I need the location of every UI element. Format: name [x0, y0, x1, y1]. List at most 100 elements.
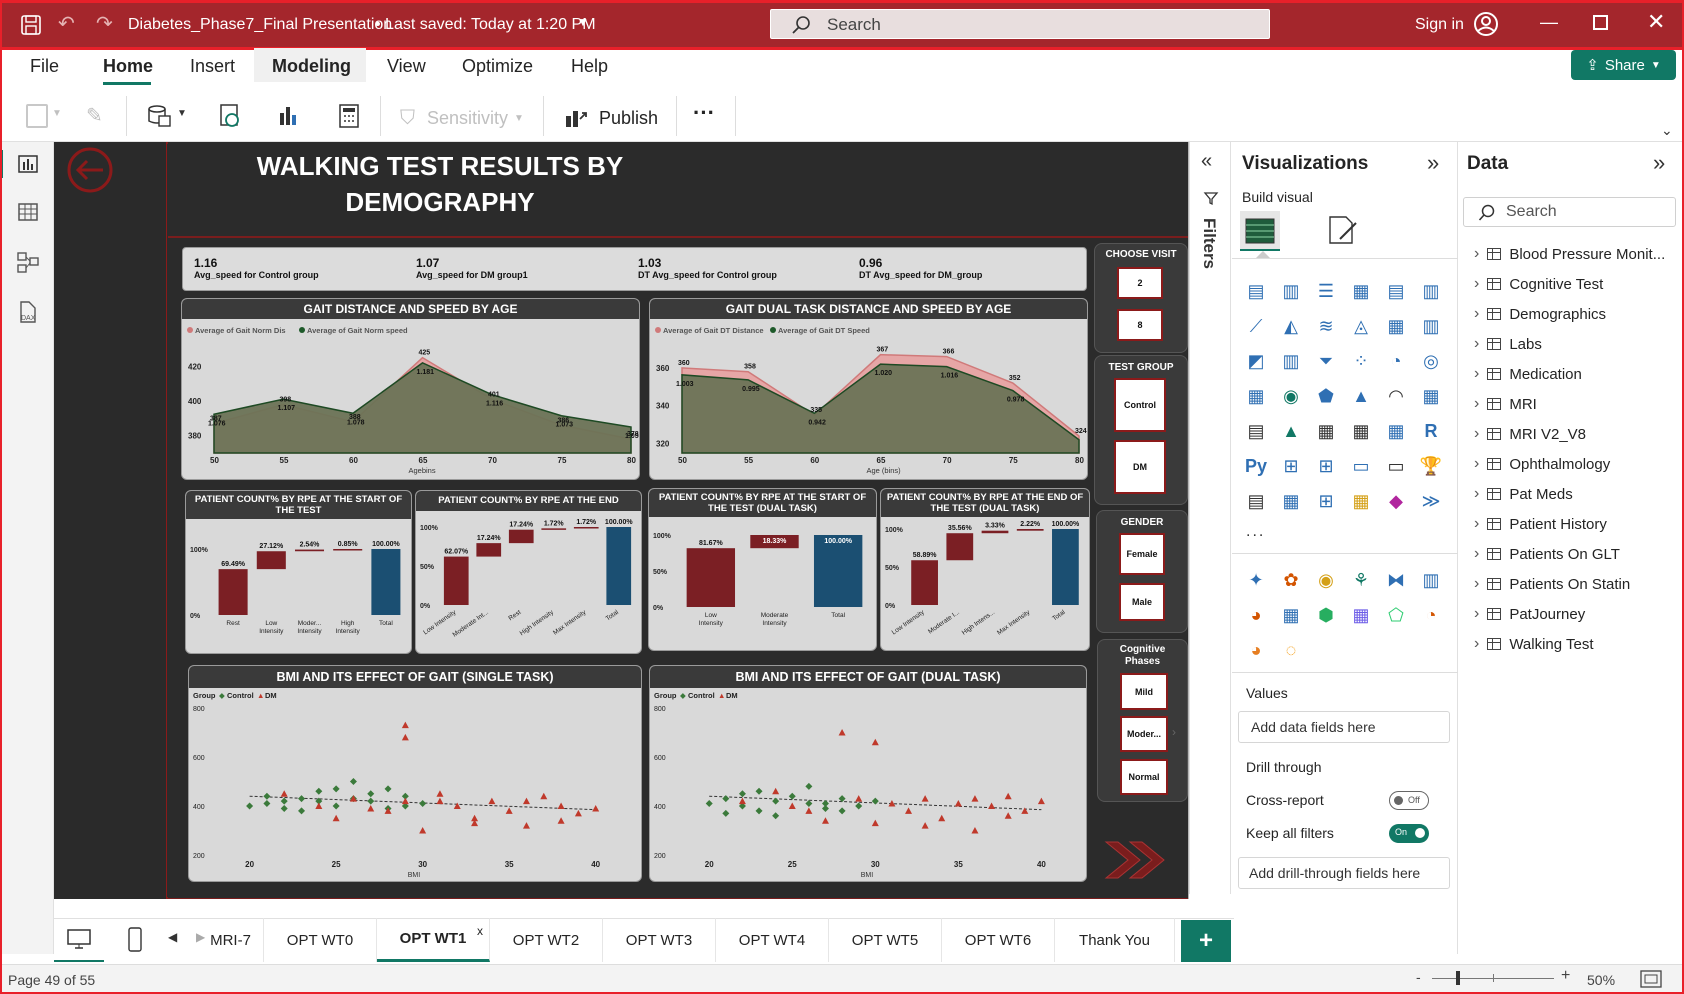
custom-visual-icon[interactable]: ▥ — [1419, 568, 1443, 592]
data-table-item[interactable]: › MRI V2_V8 — [1474, 425, 1586, 443]
visual-type-icon[interactable]: ▦ — [1384, 314, 1408, 338]
visual-type-icon[interactable]: ⊞ — [1279, 454, 1303, 478]
page-tab[interactable]: OPT WT5 — [829, 918, 942, 962]
data-table-item[interactable]: › Pat Meds — [1474, 485, 1573, 503]
custom-visual-icon[interactable]: ◉ — [1314, 568, 1338, 592]
share-button[interactable]: ⇪ Share ▼ — [1571, 50, 1676, 80]
visual-type-icon[interactable]: ▤ — [1244, 489, 1268, 513]
visual-type-icon[interactable]: ▥ — [1419, 279, 1443, 303]
menu-optimize[interactable]: Optimize — [462, 56, 533, 77]
zoom-slider-thumb[interactable] — [1456, 971, 1460, 985]
collapse-visualizations-icon[interactable]: » — [1427, 150, 1439, 176]
custom-visual-icon[interactable]: ✦ — [1244, 568, 1268, 592]
bmi-dual-panel[interactable]: BMI AND ITS EFFECT OF GAIT (DUAL TASK) G… — [649, 665, 1087, 882]
collapse-data-icon[interactable]: » — [1653, 150, 1665, 176]
visual-type-icon[interactable]: ◆ — [1384, 489, 1408, 513]
document-title[interactable]: Diabetes_Phase7_Final Presentation — [128, 16, 392, 34]
chevron-down-icon[interactable]: ▼ — [577, 15, 589, 29]
visual-type-icon[interactable]: ◔ — [1384, 349, 1408, 373]
page-tab[interactable]: OPT WT3 — [603, 918, 716, 962]
cross-report-toggle[interactable]: Off — [1389, 791, 1429, 810]
visual-type-icon[interactable]: ▲ — [1279, 419, 1303, 443]
visual-type-icon[interactable]: ⁘ — [1349, 349, 1373, 373]
test-group-option[interactable]: DM — [1114, 440, 1166, 494]
visual-type-icon[interactable]: ◉ — [1279, 384, 1303, 408]
close-tab-icon[interactable]: x — [477, 924, 483, 938]
data-icon[interactable] — [146, 103, 172, 129]
test-group-option[interactable]: Control — [1114, 378, 1166, 432]
page-tab[interactable]: OPT WT4 — [716, 918, 829, 962]
data-table-item[interactable]: › Patients On Statin — [1474, 575, 1630, 593]
visual-type-icon[interactable]: ▦ — [1384, 419, 1408, 443]
report-view-icon[interactable] — [16, 152, 40, 176]
visual-type-icon[interactable]: ≋ — [1314, 314, 1338, 338]
desktop-layout-button[interactable] — [54, 918, 104, 962]
data-search-input[interactable]: Search — [1463, 197, 1676, 227]
format-visual-icon[interactable] — [1326, 213, 1360, 247]
page-tab[interactable]: Thank You — [1055, 918, 1175, 962]
values-drop-zone[interactable]: Add data fields here — [1238, 711, 1450, 743]
visual-type-icon[interactable]: ▥ — [1279, 279, 1303, 303]
menu-home[interactable]: Home — [103, 56, 153, 77]
visual-type-icon[interactable]: ▦ — [1349, 419, 1373, 443]
add-page-button[interactable]: + — [1181, 920, 1231, 962]
visual-type-icon[interactable]: ☰ — [1314, 279, 1338, 303]
visual-type-icon[interactable]: ▦ — [1349, 279, 1373, 303]
custom-visual-icon[interactable]: ▦ — [1349, 603, 1373, 627]
bmi-single-panel[interactable]: BMI AND ITS EFFECT OF GAIT (SINGLE TASK)… — [188, 665, 642, 882]
visual-type-icon[interactable]: Py — [1244, 454, 1268, 478]
data-table-item[interactable]: › Ophthalmology — [1474, 455, 1610, 473]
gender-option[interactable]: Female — [1119, 533, 1165, 575]
menu-view[interactable]: View — [387, 56, 426, 77]
custom-visual-icon[interactable]: ◌ — [1279, 638, 1303, 662]
custom-visual-icon[interactable]: ⬠ — [1384, 603, 1408, 627]
page-tab[interactable]: OPT WT6 — [942, 918, 1055, 962]
visual-type-icon[interactable]: ◠ — [1384, 384, 1408, 408]
visual-type-icon[interactable]: ▤ — [1384, 279, 1408, 303]
format-painter-icon[interactable]: ✎ — [86, 103, 103, 128]
visual-type-icon[interactable]: ▤ — [1244, 279, 1268, 303]
drill-through-drop-zone[interactable]: Add drill-through fields here — [1238, 857, 1450, 889]
calculator-icon[interactable] — [338, 103, 360, 129]
mobile-layout-button[interactable] — [118, 918, 152, 962]
custom-visual-icon[interactable]: ▦ — [1279, 603, 1303, 627]
keep-filters-toggle[interactable]: On — [1389, 824, 1429, 843]
refresh-icon[interactable] — [218, 103, 242, 129]
visual-type-icon[interactable]: ⊞ — [1314, 454, 1338, 478]
chevron-right-icon[interactable]: › — [1172, 725, 1176, 739]
visual-type-icon[interactable]: ▲ — [1349, 384, 1373, 408]
visual-type-icon[interactable]: ▦ — [1419, 384, 1443, 408]
visual-type-icon[interactable]: ▦ — [1244, 384, 1268, 408]
visual-type-icon[interactable]: ◎ — [1419, 349, 1443, 373]
visual-type-icon[interactable]: ≫ — [1419, 489, 1443, 513]
cognitive-option[interactable]: Mild — [1120, 673, 1168, 710]
data-table-item[interactable]: › Blood Pressure Monit... — [1474, 245, 1665, 263]
page-tab-active[interactable]: OPT WT1 x — [377, 918, 490, 962]
visit-option[interactable]: 2 — [1117, 267, 1163, 299]
visual-type-icon[interactable]: ⏷ — [1314, 349, 1338, 373]
custom-visual-icon[interactable]: ✿ — [1279, 568, 1303, 592]
data-table-item[interactable]: › Demographics — [1474, 305, 1606, 323]
maximize-icon[interactable] — [1593, 15, 1608, 30]
more-options-button[interactable]: ··· — [693, 100, 715, 126]
cognitive-option[interactable]: Moder... — [1120, 716, 1168, 752]
publish-button[interactable]: Publish — [563, 102, 658, 134]
collapse-filters-icon[interactable]: « — [1201, 150, 1212, 173]
cognitive-option[interactable]: Normal — [1120, 759, 1168, 795]
dual-chart-panel[interactable]: GAIT DUAL TASK DISTANCE AND SPEED BY AGE… — [649, 298, 1088, 480]
visual-type-icon[interactable]: ⬟ — [1314, 384, 1338, 408]
more-visuals[interactable]: ... — [1246, 523, 1265, 541]
chevron-down-icon[interactable]: ▼ — [177, 108, 187, 119]
visual-type-icon[interactable]: ▥ — [1279, 349, 1303, 373]
sign-in-link[interactable]: Sign in — [1415, 16, 1464, 34]
data-table-item[interactable]: › Cognitive Test — [1474, 275, 1603, 293]
page-tab[interactable]: OPT WT0 — [264, 918, 377, 962]
rpe-start-dt-panel[interactable]: PATIENT COUNT% BY RPE AT THE START OF TH… — [648, 488, 877, 651]
visual-type-icon[interactable]: ◭ — [1279, 314, 1303, 338]
custom-visual-icon[interactable]: ◕ — [1244, 603, 1268, 627]
data-table-item[interactable]: › MRI — [1474, 395, 1537, 413]
visual-type-icon[interactable]: 🏆 — [1419, 454, 1443, 478]
zoom-out-button[interactable]: - — [1416, 969, 1421, 985]
sensitivity-button[interactable]: ⛉ Sensitivity ▼ — [400, 102, 524, 134]
menu-modeling[interactable]: Modeling — [272, 56, 351, 77]
